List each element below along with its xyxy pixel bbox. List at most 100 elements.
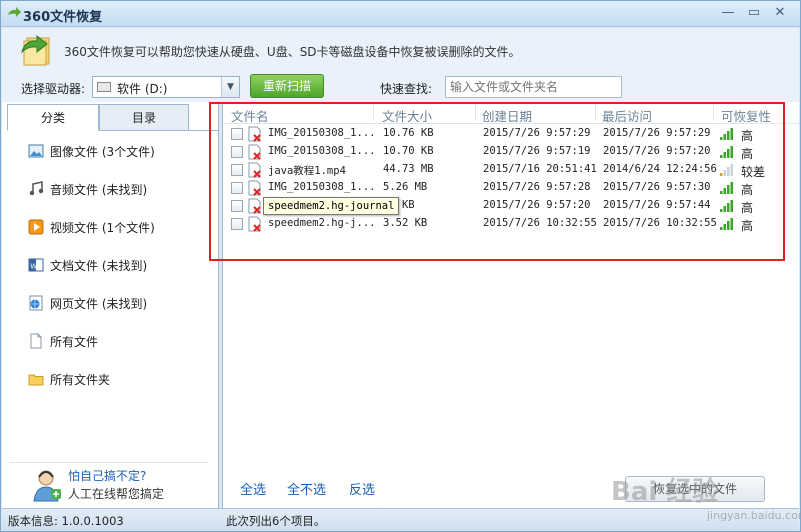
category-label: 网页文件 (未找到) <box>50 296 148 311</box>
cell-created: 2015/7/26 9:57:19 <box>483 145 591 157</box>
column-separator[interactable] <box>475 105 476 121</box>
column-separator[interactable] <box>713 105 714 121</box>
deleted-file-icon <box>248 144 261 160</box>
invert-selection-link[interactable]: 反选 <box>349 479 375 498</box>
header-banner: 360文件恢复可以帮助您快速从硬盘、U盘、SD卡等磁盘设备中恢复被误删除的文件。 <box>2 28 799 72</box>
category-video[interactable]: 视频文件 (1个文件) <box>28 218 155 236</box>
help-subtext: 人工在线帮您搞定 <box>68 487 165 501</box>
rescan-button[interactable]: 重新扫描 <box>250 74 324 98</box>
image-icon <box>28 144 44 158</box>
cell-recoverability: 高 <box>741 201 754 215</box>
cell-size: 10.70 KB <box>383 145 434 157</box>
column-header-accessed[interactable]: 最后访问 <box>602 106 652 125</box>
cell-name: IMG_20150308_1... <box>268 145 376 157</box>
category-images[interactable]: 图像文件 (3个文件) <box>28 142 155 160</box>
row-checkbox[interactable] <box>231 128 243 140</box>
category-all-files[interactable]: 所有文件 <box>28 332 98 350</box>
table-row[interactable]: IMG_20150308_1... 10.76 KB 2015/7/26 9:57:… <box>223 125 800 143</box>
video-icon <box>28 219 44 235</box>
app-window: 360文件恢复 — ▭ ✕ 360文件恢复可以帮助您快速从硬盘、U盘、SD卡等磁… <box>0 0 801 532</box>
signal-strength-icon <box>720 164 733 176</box>
table-row[interactable]: speedmem2.hg-j... 3.52 KB 2015/7/26 10:32:… <box>223 215 800 233</box>
deleted-file-icon <box>248 126 261 142</box>
select-all-link[interactable]: 全选 <box>240 479 266 498</box>
category-label: 视频文件 (1个文件) <box>50 220 155 235</box>
row-checkbox[interactable] <box>231 146 243 158</box>
restore-logo-icon <box>21 34 50 66</box>
document-icon: W <box>28 258 44 272</box>
watermark-logo: Bai 经验 <box>611 477 719 507</box>
row-checkbox[interactable] <box>231 164 243 176</box>
category-documents[interactable]: W 文档文件 (未找到) <box>28 256 147 274</box>
cell-size: 44.73 MB <box>383 163 434 175</box>
column-separator[interactable] <box>595 105 596 121</box>
table-row[interactable]: java教程1.mp4 44.73 MB 2015/7/16 20:51:41 201… <box>223 161 800 179</box>
file-icon <box>30 333 42 349</box>
cell-created: 2015/7/16 20:51:41 <box>483 163 597 175</box>
quick-search-input[interactable] <box>445 76 622 98</box>
cell-recoverability: 高 <box>741 183 754 197</box>
deleted-file-icon <box>248 162 261 178</box>
column-header-name[interactable]: 文件名 <box>231 106 269 125</box>
status-bar: 版本信息: 1.0.0.1003 此次列出6个项目。 <box>2 508 799 531</box>
category-label: 文档文件 (未找到) <box>50 258 148 273</box>
column-header-recoverability[interactable]: 可恢复性 <box>721 106 771 125</box>
cell-name: java教程1.mp4 <box>268 165 346 177</box>
cell-size: 5.26 MB <box>383 181 428 193</box>
category-label: 音频文件 (未找到) <box>50 182 148 197</box>
toolbar: 选择驱动器: 软件 (D:) ▼ 重新扫描 快速查找: <box>2 72 799 102</box>
table-row[interactable]: IMG_20150308_1... 10.70 KB 2015/7/26 9:57:… <box>223 143 800 161</box>
help-link[interactable]: 怕自己搞不定? <box>68 467 146 484</box>
file-list-panel: 文件名 文件大小 创建日期 最后访问 可恢复性 IMG_20150308_1..… <box>222 102 800 508</box>
webpage-icon <box>29 295 43 311</box>
help-box[interactable]: 怕自己搞不定? 人工在线帮您搞定 <box>10 462 208 506</box>
maximize-button[interactable]: ▭ <box>743 4 765 22</box>
category-label: 所有文件夹 <box>50 372 111 387</box>
select-none-link[interactable]: 全不选 <box>287 479 326 498</box>
drive-select[interactable]: 软件 (D:) ▼ <box>92 76 240 98</box>
cell-accessed: 2014/6/24 12:24:56 <box>603 163 717 175</box>
svg-text:W: W <box>30 263 37 271</box>
category-webpages[interactable]: 网页文件 (未找到) <box>28 294 147 312</box>
deleted-file-icon <box>248 198 261 214</box>
cell-size: 3.52 KB <box>383 217 428 229</box>
drive-select-value: 软件 (D:) <box>117 82 168 96</box>
minimize-button[interactable]: — <box>717 4 739 22</box>
table-row[interactable]: IMG_20150308_1... 5.26 MB 2015/7/26 9:57:2… <box>223 179 800 197</box>
tab-directory[interactable]: 目录 <box>99 104 189 131</box>
title-bar[interactable]: 360文件恢复 — ▭ ✕ <box>1 1 800 27</box>
column-separator[interactable] <box>373 105 374 121</box>
cell-accessed: 2015/7/26 9:57:20 <box>603 145 711 157</box>
app-logo-icon <box>8 7 21 17</box>
row-checkbox[interactable] <box>231 218 243 230</box>
category-label: 所有文件 <box>50 334 99 349</box>
column-header-created[interactable]: 创建日期 <box>482 106 532 125</box>
window-title: 360文件恢复 <box>23 10 103 25</box>
tab-category[interactable]: 分类 <box>7 104 99 131</box>
cell-size: 10.76 KB <box>383 127 434 139</box>
drive-label: 选择驱动器: <box>21 82 86 96</box>
row-checkbox[interactable] <box>231 200 243 212</box>
signal-strength-icon <box>720 128 733 140</box>
row-checkbox[interactable] <box>231 182 243 194</box>
column-header-size[interactable]: 文件大小 <box>382 106 432 125</box>
category-all-folders[interactable]: 所有文件夹 <box>28 370 110 388</box>
deleted-file-icon <box>248 180 261 196</box>
folder-icon <box>28 374 44 386</box>
cell-name: IMG_20150308_1... <box>268 127 376 139</box>
deleted-file-icon <box>248 216 261 232</box>
view-tabs: 分类 目录 <box>7 104 219 131</box>
version-info: 版本信息: 1.0.0.1003 <box>8 514 124 528</box>
cell-recoverability: 高 <box>741 219 754 233</box>
close-button[interactable]: ✕ <box>769 4 791 22</box>
cell-recoverability: 高 <box>741 129 754 143</box>
cell-recoverability: 高 <box>741 147 754 161</box>
category-label: 图像文件 (3个文件) <box>50 144 155 159</box>
signal-strength-icon <box>720 200 733 212</box>
signal-strength-icon <box>720 182 733 194</box>
category-audio[interactable]: 音频文件 (未找到) <box>28 180 147 198</box>
signal-strength-icon <box>720 146 733 158</box>
quick-search-label: 快速查找: <box>380 82 433 96</box>
chevron-down-icon[interactable]: ▼ <box>221 77 239 97</box>
filename-tooltip: speedmem2.hg-journal <box>263 197 400 215</box>
